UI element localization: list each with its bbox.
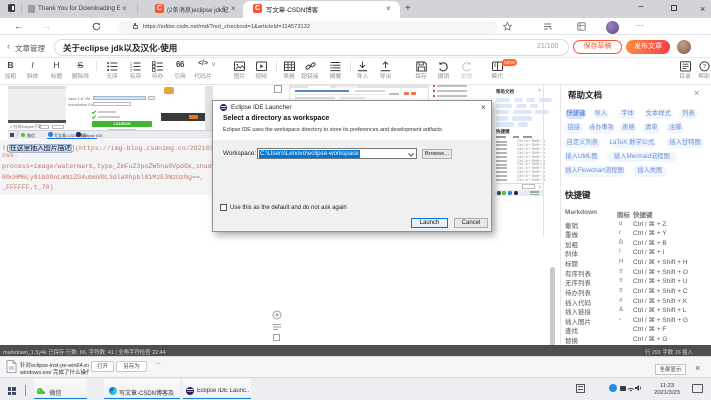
svg-text:?: ?: [702, 64, 705, 70]
